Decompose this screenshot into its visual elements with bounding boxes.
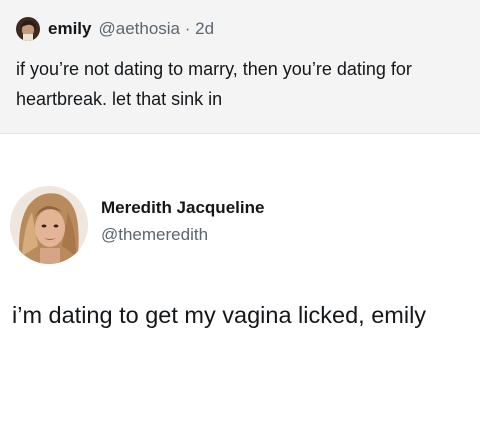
reply-tweet-text: i’m dating to get my vagina licked, emil… xyxy=(12,302,427,328)
avatar-meredith-icon[interactable] xyxy=(10,186,88,264)
avatar-emily-icon[interactable] xyxy=(16,17,40,41)
handle[interactable]: @aethosia · 2d xyxy=(98,19,214,39)
divider xyxy=(0,133,480,134)
display-name[interactable]: emily xyxy=(48,19,91,39)
quoted-tweet-text: if you’re not dating to marry, then you’… xyxy=(16,59,412,109)
reply-handle[interactable]: @themeredith xyxy=(101,225,208,245)
quoted-tweet-header: emily @aethosia · 2d xyxy=(48,16,214,42)
reply-display-name[interactable]: Meredith Jacqueline xyxy=(101,198,264,218)
